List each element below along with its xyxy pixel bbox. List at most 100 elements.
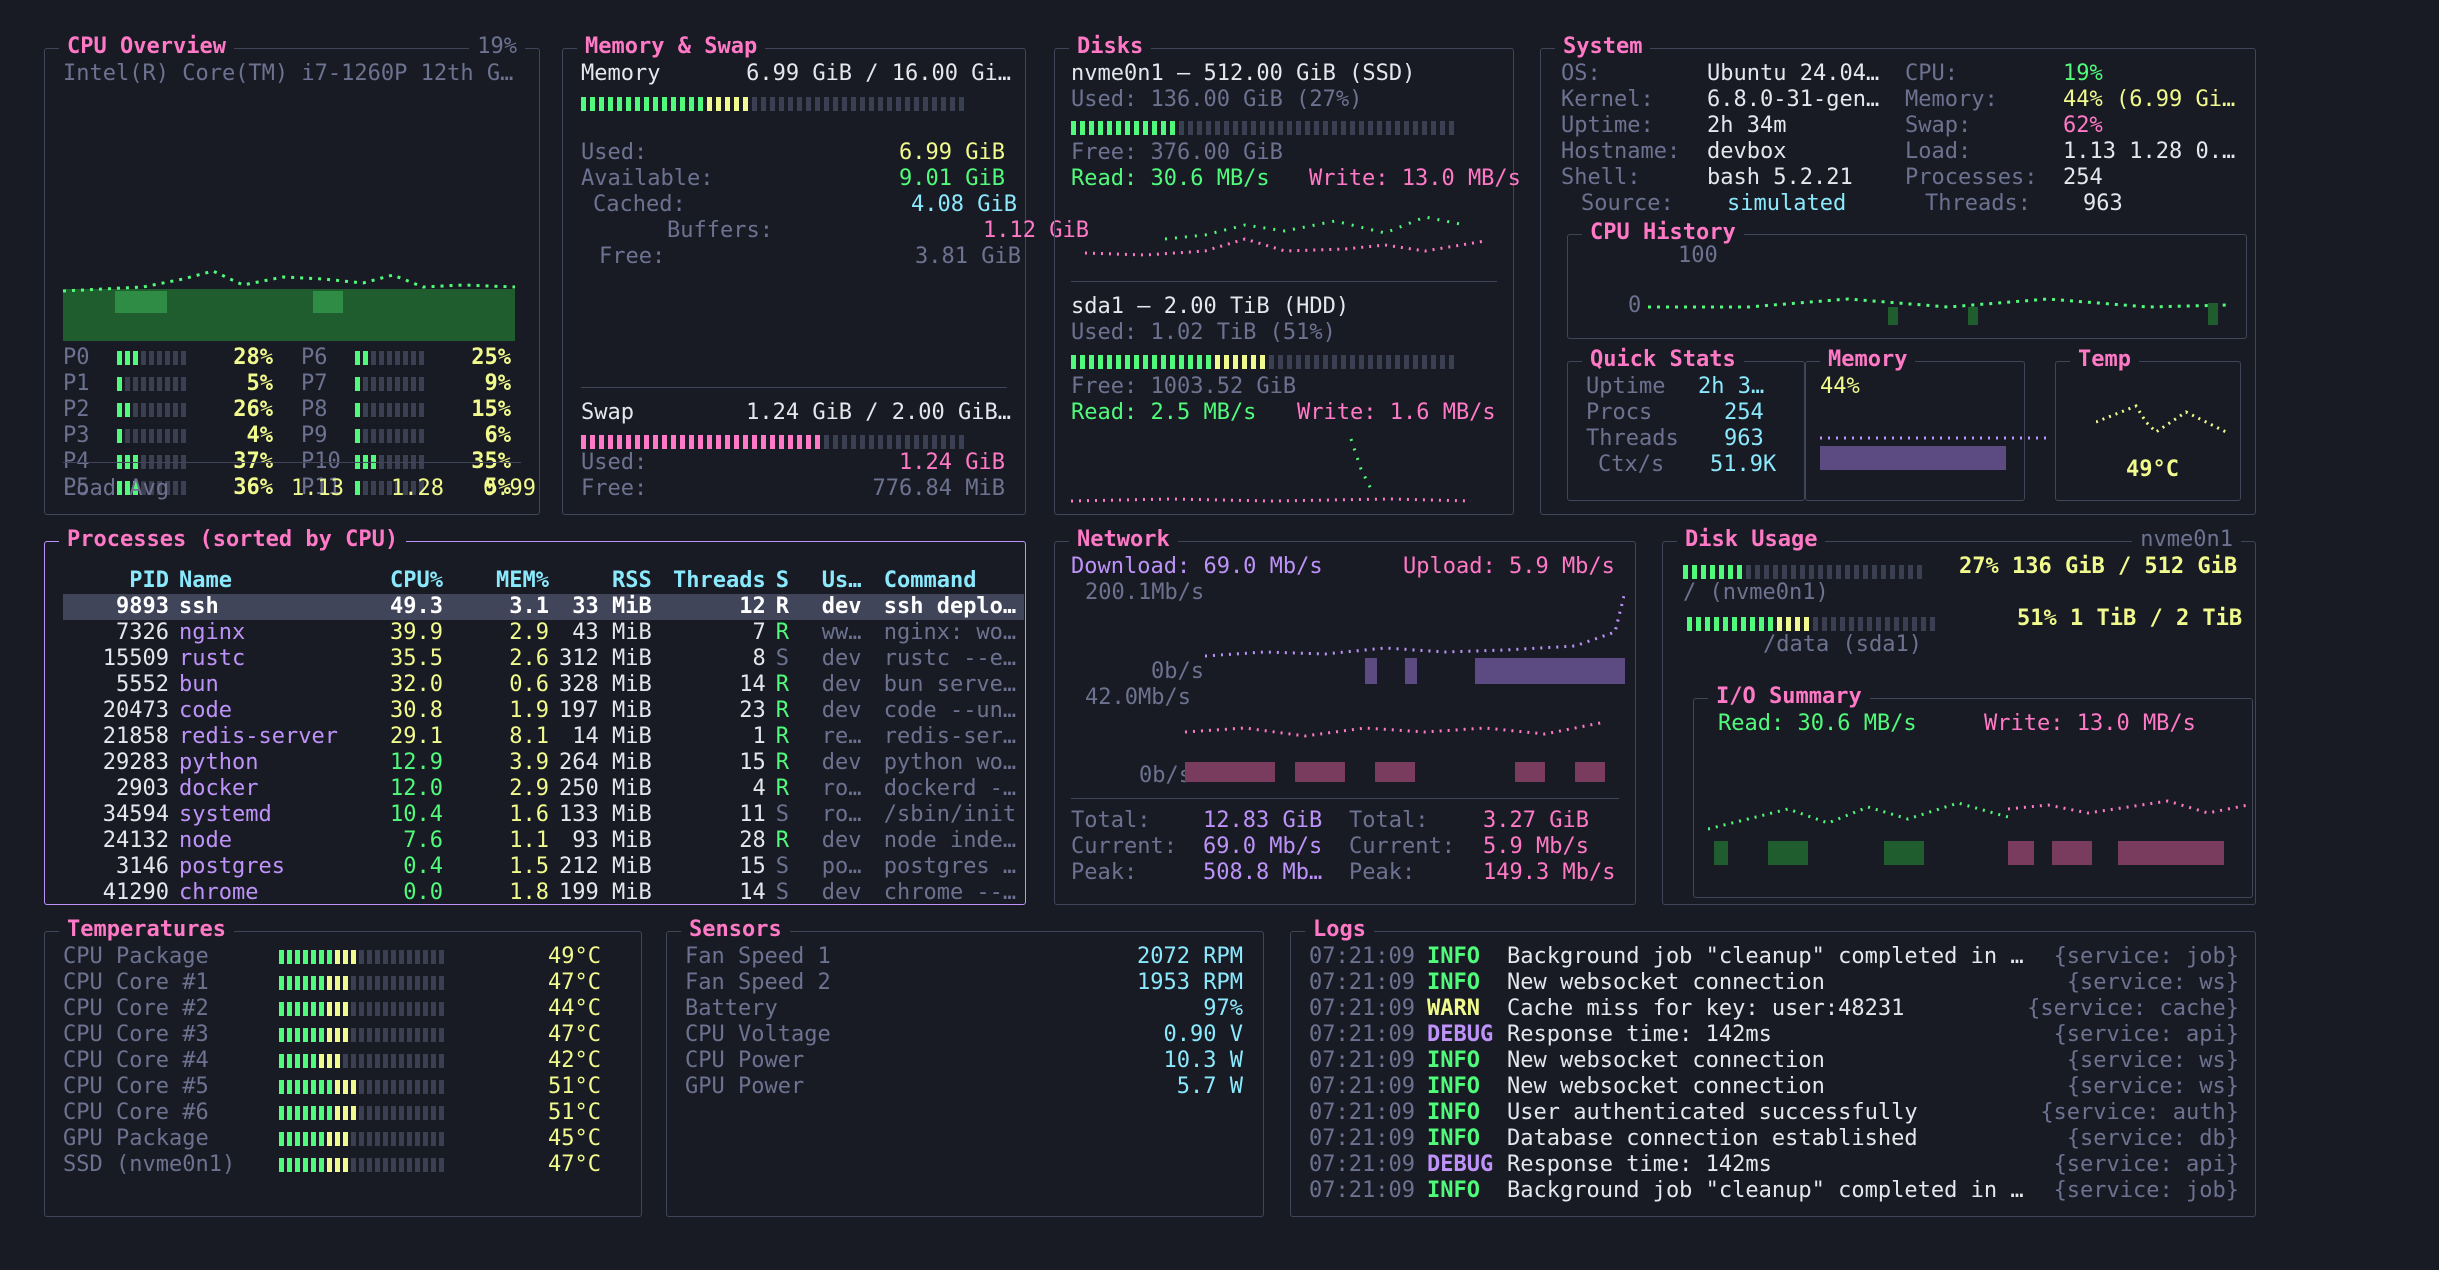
- log-time: 07:21:09: [1309, 1074, 1415, 1099]
- col-header-cpu[interactable]: CPU%: [375, 568, 443, 594]
- cell-command: redis-ser…: [883, 724, 1017, 749]
- cell-command: chrome --…: [883, 880, 1017, 905]
- cell-pid: 9893: [63, 594, 169, 620]
- table-row[interactable]: 24132 node 7.6 1.1 93 MiB 28 Rdev node inde…: [63, 828, 1024, 854]
- cell-threads: 14: [739, 672, 766, 697]
- table-row[interactable]: 41290 chrome 0.0 1.8 199 MiB 14 Sdev chrome --…: [63, 880, 1024, 906]
- col-header-state[interactable]: S: [766, 568, 812, 594]
- log-message: New websocket connection: [1507, 1074, 1825, 1099]
- col-header-user[interactable]: Us…: [812, 568, 874, 594]
- sensor-label: CPU Power: [685, 1048, 805, 1073]
- processes-panel[interactable]: Processes (sorted by CPU) PID Name CPU% MEM…: [44, 527, 1026, 906]
- cell-pid: 3146: [116, 854, 169, 879]
- qs-threads: 963: [1724, 426, 1764, 451]
- log-entry[interactable]: 07:21:09 INFO Database connection establis…: [1309, 1126, 2239, 1152]
- cpu-model: Intel(R) Core(TM) i7-1260P 12th G…: [63, 61, 514, 86]
- log-entry[interactable]: 07:21:09 DEBUG Response time: 142ms {servic…: [1309, 1152, 2239, 1178]
- temp-mini-graph: [2096, 404, 2227, 434]
- disk-usage1-text: 27% 136 GiB / 512 GiB: [1959, 554, 2238, 579]
- cell-user: dev: [821, 672, 862, 697]
- mem-cached: 4.08 GiB: [911, 192, 1017, 217]
- cell-cpu: 32.0: [390, 672, 443, 697]
- table-row[interactable]: 7326 nginx 39.9 2.9 43 MiB 7 Rww… nginx: wo…: [63, 620, 1024, 646]
- col-header-name[interactable]: Name: [169, 568, 375, 594]
- cpu-history-panel: CPU History 100 0: [1567, 220, 2247, 339]
- temp-label: CPU Core #5: [63, 1074, 209, 1099]
- col-header-mem[interactable]: MEM%: [443, 568, 549, 594]
- memory-label: Memory: [581, 61, 661, 86]
- cell-mem: 0.6: [509, 672, 549, 697]
- log-entry[interactable]: 07:21:09 INFO Background job "cleanup" com…: [1309, 944, 2239, 970]
- temp-bar: [279, 1106, 444, 1120]
- table-row[interactable]: 29283 python 12.9 3.9 264 MiB 15 Rdev python wo…: [63, 750, 1024, 776]
- divider: [1071, 281, 1497, 282]
- qs-procs: 254: [1724, 400, 1764, 425]
- sensors-title: Sensors: [681, 917, 790, 943]
- log-level: INFO: [1427, 1126, 1480, 1151]
- log-entry[interactable]: 07:21:09 INFO New websocket connection {ser…: [1309, 1048, 2239, 1074]
- cell-state: R: [775, 698, 789, 723]
- log-message: Response time: 142ms: [1507, 1022, 1772, 1047]
- sys-mem-label: Memory:: [1905, 87, 1998, 112]
- logs-panel[interactable]: Logs 07:21:09 INFO Background job "cleanup…: [1290, 917, 2256, 1217]
- cell-user: po…: [821, 854, 862, 879]
- col-header-command[interactable]: Command: [874, 568, 1024, 594]
- io-write: Write: 13.0 MB/s: [1984, 711, 2196, 736]
- cell-user: ro…: [821, 802, 862, 827]
- log-service: {service: auth}: [2040, 1100, 2239, 1125]
- table-row[interactable]: 3146 postgres 0.4 1.5 212 MiB 15 Spo… postgres …: [63, 854, 1024, 880]
- log-time: 07:21:09: [1309, 1100, 1415, 1125]
- cell-command: bun serve…: [883, 672, 1017, 697]
- temp-label: CPU Core #4: [63, 1048, 209, 1073]
- log-level: INFO: [1427, 970, 1480, 995]
- log-entry[interactable]: 07:21:09 INFO User authenticated successfu…: [1309, 1100, 2239, 1126]
- mem-used: 6.99 GiB: [899, 140, 1005, 165]
- log-entry[interactable]: 07:21:09 DEBUG Response time: 142ms {servic…: [1309, 1022, 2239, 1048]
- quick-stats-panel: Quick Stats Uptime 2h 3… Procs 254 Threa…: [1567, 347, 1805, 501]
- cpu-core-label: P8: [301, 397, 328, 422]
- cell-state: R: [775, 724, 789, 749]
- table-row[interactable]: 2903 docker 12.0 2.9 250 MiB 4 Rro… dockerd -…: [63, 776, 1024, 802]
- cell-name: chrome: [179, 880, 259, 905]
- col-header-threads[interactable]: Threads: [652, 568, 766, 594]
- cell-name: code: [179, 698, 232, 723]
- dl-current: 69.0 Mb/s: [1203, 834, 1323, 859]
- cell-rss: 264 MiB: [559, 750, 652, 775]
- cell-rss: 250 MiB: [559, 776, 652, 801]
- col-header-pid[interactable]: PID: [63, 568, 169, 594]
- table-row[interactable]: 21858 redis-server 29.1 8.1 14 MiB 1 Rre… redis…: [63, 724, 1024, 750]
- temp-bar: [279, 1002, 444, 1016]
- sys-procs-value: 254: [2063, 165, 2103, 190]
- cell-threads: 15: [739, 854, 766, 879]
- log-entry[interactable]: 07:21:09 INFO New websocket connection {ser…: [1309, 970, 2239, 996]
- log-entry[interactable]: 07:21:09 WARN Cache miss for key: user:482…: [1309, 996, 2239, 1022]
- cell-state: R: [775, 776, 789, 801]
- cell-mem: 3.1: [443, 594, 549, 620]
- table-row[interactable]: 5552 bun 32.0 0.6 328 MiB 14 Rdev bun serve…: [63, 672, 1024, 698]
- table-row[interactable]: 34594 systemd 10.4 1.6 133 MiB 11 Sro… /sbin/in…: [63, 802, 1024, 828]
- cell-state: S: [775, 646, 789, 671]
- log-entry[interactable]: 07:21:09 INFO Background job "cleanup" com…: [1309, 1178, 2239, 1204]
- table-row[interactable]: 15509 rustc 35.5 2.6 312 MiB 8 Sdev rustc --e…: [63, 646, 1024, 672]
- table-row[interactable]: 9893 ssh 49.3 3.1 33 MiB 12 Rdev ssh deplo…: [63, 594, 1024, 620]
- process-table[interactable]: PID Name CPU% MEM% RSS Threads S Us… Command 989…: [63, 568, 1024, 906]
- shell-label: Shell:: [1561, 165, 1641, 190]
- log-entry[interactable]: 07:21:09 INFO New websocket connection {ser…: [1309, 1074, 2239, 1100]
- sys-load-value: 1.13 1.28 0.…: [2063, 139, 2236, 164]
- temp-label: GPU Package: [63, 1126, 209, 1151]
- temp-bar: [279, 1028, 444, 1042]
- log-time: 07:21:09: [1309, 944, 1415, 969]
- sys-mem-value: 44% (6.99 Gi…: [2063, 87, 2236, 112]
- cell-threads: 23: [739, 698, 766, 723]
- mem-avail: 9.01 GiB: [899, 166, 1005, 191]
- cell-user: dev: [821, 698, 862, 723]
- cell-mem: 1.5: [509, 854, 549, 879]
- io-read: Read: 30.6 MB/s: [1718, 711, 1917, 736]
- sys-procs-label: Processes:: [1905, 165, 2038, 190]
- disk1-name: nvme0n1 — 512.00 GiB (SSD): [1071, 61, 1416, 86]
- table-row[interactable]: 20473 code 30.8 1.9 197 MiB 23 Rdev code --un…: [63, 698, 1024, 724]
- load-1: 1.13: [291, 476, 344, 501]
- cpu-core-value: 26%: [233, 397, 273, 422]
- col-header-rss[interactable]: RSS: [549, 568, 652, 594]
- mem-used-label: Used:: [581, 140, 648, 165]
